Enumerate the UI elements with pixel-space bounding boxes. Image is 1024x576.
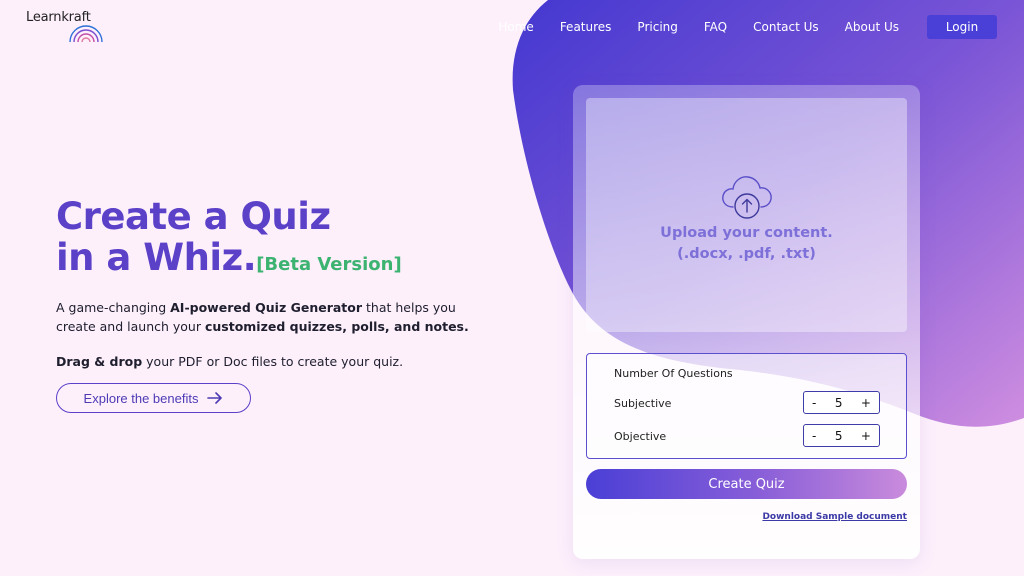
beta-badge: [Beta Version] [256, 254, 402, 275]
arrow-right-icon [207, 392, 223, 404]
quiz-generator-card: Upload your content. (.docx, .pdf, .txt)… [573, 85, 920, 559]
nav-pricing[interactable]: Pricing [637, 20, 677, 34]
subjective-value[interactable]: 5 [835, 396, 843, 410]
upload-dropzone[interactable]: Upload your content. (.docx, .pdf, .txt) [586, 98, 907, 332]
cloud-upload-icon [721, 176, 772, 219]
objective-label: Objective [614, 430, 667, 443]
desc-bold-custom: customized quizzes, polls, and notes. [204, 319, 469, 334]
subjective-stepper: - 5 + [803, 391, 880, 414]
nav-faq[interactable]: FAQ [704, 20, 727, 34]
upload-formats: (.docx, .pdf, .txt) [677, 246, 816, 262]
nav-home[interactable]: Home [498, 20, 533, 34]
objective-stepper: - 5 + [803, 424, 880, 447]
nav-features[interactable]: Features [560, 20, 612, 34]
create-quiz-button[interactable]: Create Quiz [586, 469, 907, 499]
explore-label: Explore the benefits [83, 390, 199, 406]
explore-benefits-button[interactable]: Explore the benefits [56, 383, 251, 413]
hero-title-line1: Create a Quiz [56, 195, 331, 238]
hero-title-line2: in a Whiz. [56, 236, 257, 279]
questions-title: Number Of Questions [614, 367, 733, 380]
objective-value[interactable]: 5 [835, 429, 843, 443]
nav-about-us[interactable]: About Us [845, 20, 899, 34]
objective-decrement-button[interactable]: - [812, 429, 816, 443]
hero-title: Create a Quiz in a Whiz.[Beta Version] [56, 196, 496, 285]
login-button[interactable]: Login [927, 15, 997, 39]
brand-logo[interactable]: Learnkraft [26, 10, 103, 43]
subjective-label: Subjective [614, 397, 672, 410]
objective-increment-button[interactable]: + [861, 429, 871, 443]
drag-hint: Drag & drop your PDF or Doc files to cre… [56, 354, 496, 369]
download-sample-link[interactable]: Download Sample document [762, 512, 907, 522]
top-nav: Home Features Pricing FAQ Contact Us Abo… [472, 15, 997, 39]
drag-text: your PDF or Doc files to create your qui… [142, 354, 404, 369]
hero-description: A game-changing AI-powered Quiz Generato… [56, 298, 496, 336]
subjective-increment-button[interactable]: + [861, 396, 871, 410]
hero-section: Create a Quiz in a Whiz.[Beta Version] A… [56, 196, 496, 413]
rainbow-arcs-icon [69, 25, 103, 43]
drag-bold: Drag & drop [56, 354, 143, 369]
desc-text: A game-changing [56, 300, 171, 315]
desc-bold-ai: AI-powered Quiz Generator [170, 300, 363, 315]
nav-contact-us[interactable]: Contact Us [753, 20, 819, 34]
question-count-panel: Number Of Questions Subjective - 5 + Obj… [586, 353, 907, 459]
subjective-decrement-button[interactable]: - [812, 396, 816, 410]
upload-title: Upload your content. [660, 225, 833, 241]
